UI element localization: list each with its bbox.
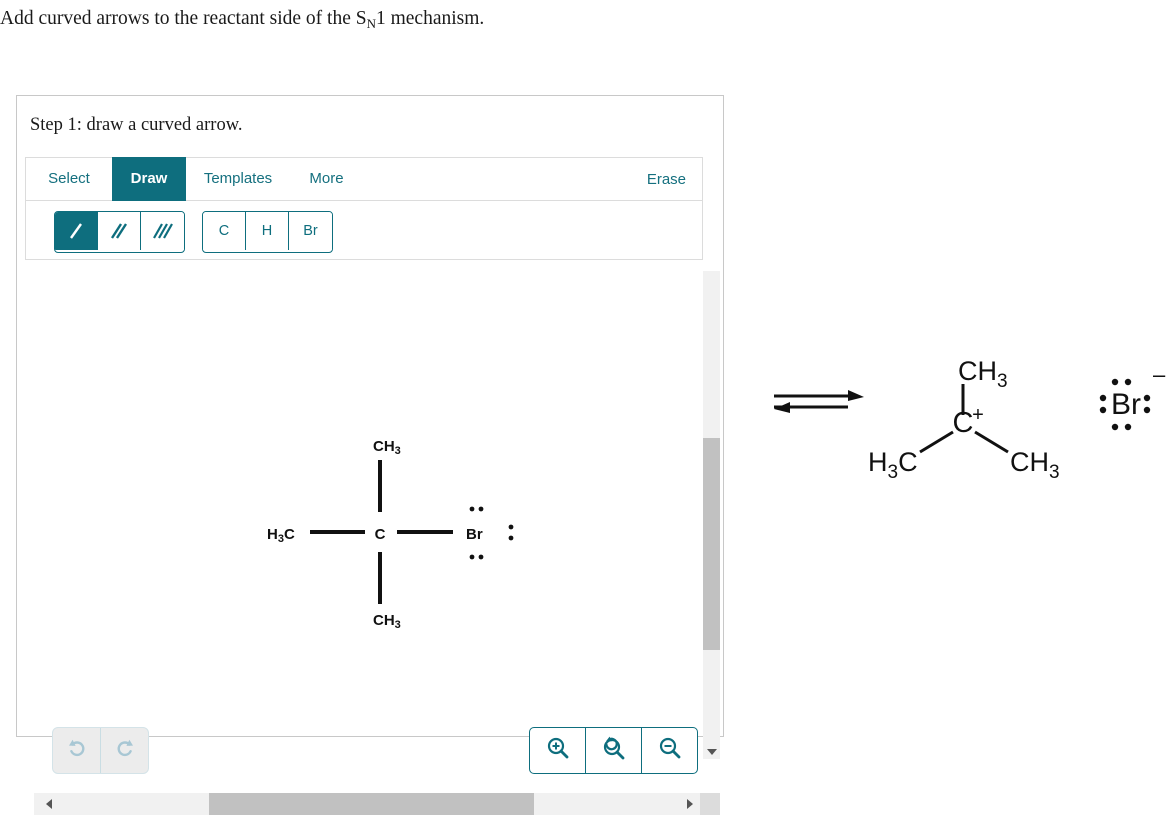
- triple-bond-icon: [150, 218, 176, 244]
- svg-text:CH3: CH3: [1010, 447, 1060, 483]
- erase-button[interactable]: Erase: [647, 158, 686, 202]
- tab-more[interactable]: More: [290, 157, 363, 201]
- zoom-out-button[interactable]: [642, 728, 697, 773]
- scroll-right-arrow-icon[interactable]: [687, 799, 693, 809]
- drawing-canvas[interactable]: C CH3 CH3 H3C Br: [25, 260, 703, 694]
- zoom-reset-button[interactable]: [586, 728, 642, 773]
- history-button-group: [52, 727, 149, 774]
- single-bond-tool[interactable]: [55, 212, 98, 250]
- svg-text:C: C: [953, 407, 974, 439]
- svg-text:CH3: CH3: [958, 356, 1008, 392]
- svg-text:–: –: [1153, 362, 1166, 387]
- reaction-diagram: C + CH3 H3C CH3 Br –: [774, 356, 1166, 483]
- bond-tool-group: [54, 211, 185, 253]
- svg-text:C: C: [375, 526, 386, 543]
- prompt-text-before: Add curved arrows to the reactant side o…: [0, 8, 367, 29]
- atom-tool-bromine[interactable]: Br: [289, 212, 332, 250]
- canvas-horizontal-scrollbar[interactable]: [34, 793, 720, 815]
- triple-bond-tool[interactable]: [141, 212, 184, 250]
- single-bond-icon: [63, 218, 89, 244]
- zoom-in-icon: [545, 735, 571, 766]
- step-label: Step 1: draw a curved arrow.: [30, 115, 243, 135]
- scrollbar-corner: [700, 793, 720, 815]
- double-bond-tool[interactable]: [98, 212, 141, 250]
- tab-draw[interactable]: Draw: [112, 157, 186, 201]
- svg-text:CH3: CH3: [373, 612, 401, 631]
- canvas-molecule-tert-butyl-bromide: C CH3 CH3 H3C Br: [267, 438, 514, 631]
- svg-text:CH3: CH3: [373, 438, 401, 457]
- undo-button[interactable]: [53, 728, 101, 773]
- svg-text:H3C: H3C: [868, 447, 918, 483]
- tert-butyl-cation: C + CH3 H3C CH3: [868, 356, 1060, 483]
- atom-tool-group: C H Br: [202, 211, 333, 253]
- atom-tool-hydrogen[interactable]: H: [246, 212, 289, 250]
- svg-text:+: +: [972, 404, 984, 426]
- reaction-product-side: C + CH3 H3C CH3 Br –: [760, 340, 1172, 510]
- molecule-editor-panel: Step 1: draw a curved arrow. Select Draw…: [16, 95, 724, 815]
- undo-icon: [65, 736, 89, 765]
- zoom-in-button[interactable]: [530, 728, 586, 773]
- canvas-vertical-scrollbar[interactable]: [703, 271, 720, 759]
- prompt-text-after: 1 mechanism.: [375, 8, 485, 29]
- zoom-button-group: [529, 727, 698, 774]
- atom-tool-carbon[interactable]: C: [203, 212, 246, 250]
- svg-text:H3C: H3C: [267, 526, 295, 545]
- tab-select[interactable]: Select: [26, 157, 112, 201]
- double-bond-icon: [106, 218, 132, 244]
- redo-button[interactable]: [101, 728, 148, 773]
- svg-text:Br: Br: [1111, 388, 1141, 421]
- zoom-out-icon: [657, 735, 683, 766]
- question-prompt: Add curved arrows to the reactant side o…: [0, 8, 485, 31]
- scroll-left-arrow-icon[interactable]: [46, 799, 52, 809]
- tab-templates[interactable]: Templates: [186, 157, 290, 201]
- equilibrium-arrow-icon: [774, 390, 864, 413]
- prompt-subscript: N: [366, 16, 376, 31]
- bromide-anion: Br –: [1099, 362, 1166, 431]
- vertical-scrollbar-thumb[interactable]: [703, 438, 720, 650]
- redo-icon: [113, 736, 137, 765]
- horizontal-scrollbar-thumb[interactable]: [209, 793, 534, 815]
- editor-toolrow: C H Br: [25, 201, 703, 260]
- editor-tabbar: Select Draw Templates More Erase: [25, 157, 703, 201]
- scroll-down-arrow-icon[interactable]: [707, 749, 717, 755]
- zoom-reset-icon: [601, 735, 627, 766]
- svg-text:Br: Br: [466, 526, 483, 543]
